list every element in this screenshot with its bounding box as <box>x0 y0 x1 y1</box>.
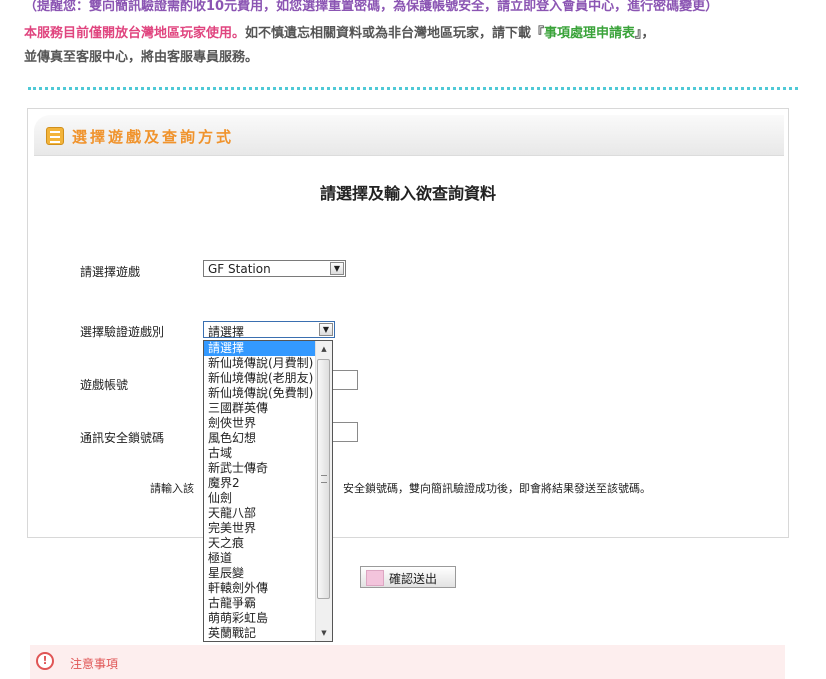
dropdown-option[interactable]: 請選擇 <box>204 341 316 356</box>
account-label: 遊戲帳號 <box>80 378 129 392</box>
dropdown-option[interactable]: 天龍八部 <box>204 506 316 521</box>
intro-download-text: 如不慎遺忘相關資料或為非台灣地區玩家，請下載『 <box>245 26 545 41</box>
verify-game-label: 選擇驗證遊戲別 <box>80 325 165 339</box>
dropdown-option[interactable]: 仙劍 <box>204 491 316 506</box>
game-select[interactable]: GF Station ▼ <box>203 260 346 277</box>
list-icon <box>46 127 64 145</box>
account-input[interactable] <box>332 370 358 390</box>
notice-bar: ! 注意事項 <box>30 645 785 679</box>
intro-reminder: （提醒您：雙向簡訊驗證需酌收10元費用，如您選擇重置密碼，為保護帳號安全，請立即… <box>24 0 719 14</box>
game-select-value: GF Station <box>208 262 271 276</box>
game-label: 請選擇遊戲 <box>80 265 141 279</box>
lock-number-label: 通訊安全鎖號碼 <box>80 431 165 445</box>
dropdown-option[interactable]: 新武士傳奇 <box>204 461 316 476</box>
dropdown-option[interactable]: 三國群英傳 <box>204 401 316 416</box>
dropdown-option[interactable]: 星辰變 <box>204 566 316 581</box>
intro-line-end: 』， <box>635 26 655 41</box>
lock-number-input[interactable] <box>332 422 358 442</box>
dropdown-option[interactable]: 萌萌彩虹島 <box>204 611 316 626</box>
dropdown-option[interactable]: 新仙境傳說(老朋友) <box>204 371 316 386</box>
application-form-link[interactable]: 事項處理申請表 <box>544 26 635 41</box>
scroll-up-icon[interactable]: ▲ <box>316 341 332 357</box>
dropdown-option[interactable]: 天之痕 <box>204 536 316 551</box>
panel-title: 選擇遊戲及查詢方式 <box>72 128 235 146</box>
intro-line-1: 本服務目前僅開放台灣地區玩家使用。如不慎遺忘相關資料或為非台灣地區玩家，請下載『… <box>24 22 655 41</box>
submit-button[interactable]: 確認送出 <box>360 566 456 588</box>
dropdown-option[interactable]: 劍俠世界 <box>204 416 316 431</box>
dropdown-options: 請選擇 新仙境傳說(月費制) 新仙境傳說(老朋友) 新仙境傳說(免費制) 三國群英傳 劍俠… <box>204 341 332 641</box>
query-panel: 選擇遊戲及查詢方式 請選擇及輸入欲查詢資料 請選擇遊戲 GF Station ▼… <box>27 108 789 538</box>
dropdown-option[interactable]: 英蘭戰記 <box>204 626 316 641</box>
chevron-down-icon[interactable]: ▼ <box>319 323 333 336</box>
dropdown-option[interactable]: 極道 <box>204 551 316 566</box>
dropdown-scrollbar[interactable]: ▲ ▼ <box>315 341 332 641</box>
dropdown-option[interactable]: 軒轅劍外傳 <box>204 581 316 596</box>
button-square-icon <box>366 570 384 586</box>
panel-header: 選擇遊戲及查詢方式 <box>34 115 784 156</box>
verify-game-select[interactable]: 請選擇 ▼ <box>203 321 335 339</box>
verify-select-value: 請選擇 <box>208 325 245 339</box>
dropdown-option[interactable]: 魔界2 <box>204 476 316 491</box>
verify-game-dropdown[interactable]: 請選擇 新仙境傳說(月費制) 新仙境傳說(老朋友) 新仙境傳說(免費制) 三國群英傳 劍俠… <box>203 340 333 642</box>
intro-fax-text: 並傳真至客服中心，將由客服專員服務。 <box>24 50 259 65</box>
dropdown-option[interactable]: 新仙境傳說(月費制) <box>204 356 316 371</box>
note-left: 請輸入該 <box>150 482 194 495</box>
notice-title: 注意事項 <box>70 657 119 671</box>
chevron-down-icon[interactable]: ▼ <box>330 262 344 275</box>
note-right: 安全鎖號碼，雙向簡訊驗證成功後，即會將結果發送至該號碼。 <box>343 482 651 495</box>
dropdown-option[interactable]: 古龍爭霸 <box>204 596 316 611</box>
dotted-separator <box>28 87 798 90</box>
dropdown-option[interactable]: 新仙境傳說(免費制) <box>204 386 316 401</box>
intro-region-notice: 本服務目前僅開放台灣地區玩家使用。 <box>24 26 246 41</box>
exclamation-icon: ! <box>36 652 54 670</box>
scroll-down-icon[interactable]: ▼ <box>316 625 332 641</box>
dropdown-option[interactable]: 古域 <box>204 446 316 461</box>
scroll-thumb[interactable] <box>317 359 330 599</box>
dropdown-option[interactable]: 風色幻想 <box>204 431 316 446</box>
dropdown-option[interactable]: 完美世界 <box>204 521 316 536</box>
form-heading: 請選擇及輸入欲查詢資料 <box>319 184 496 203</box>
submit-label: 確認送出 <box>389 572 438 586</box>
